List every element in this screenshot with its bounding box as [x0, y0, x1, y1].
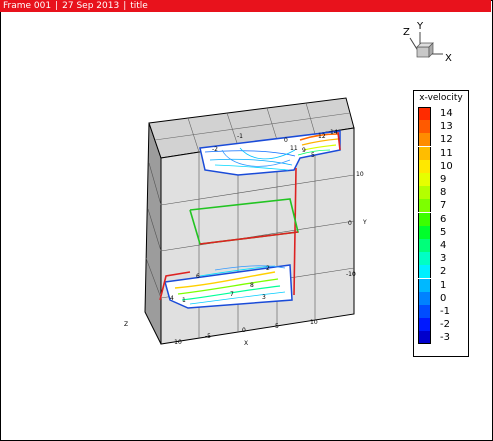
- y-tick-label: 0: [348, 220, 352, 227]
- legend-row: 7: [418, 199, 466, 213]
- legend-label: 2: [440, 266, 447, 278]
- legend-swatch: [418, 199, 431, 213]
- color-legend: x-velocity 14 13 12 11 10 9 8 7 6 5 4 3 2 1 0 -1 -2 -3: [413, 90, 469, 357]
- legend-row: 0: [418, 291, 466, 305]
- x-tick-label: 5: [275, 323, 279, 330]
- y-tick-label: -10: [346, 271, 356, 278]
- legend-swatch: [418, 146, 431, 160]
- z-axis-label: Z: [124, 321, 128, 328]
- legend-swatch: [418, 133, 431, 147]
- legend-swatch: [418, 265, 431, 279]
- legend-row: 14: [418, 107, 466, 120]
- legend-label: 1: [440, 279, 447, 291]
- legend-swatch: [418, 212, 431, 226]
- legend-swatch: [418, 291, 431, 305]
- contour-label: -2: [212, 146, 218, 153]
- legend-label: 14: [440, 108, 453, 119]
- contour-label: 5: [311, 152, 315, 159]
- x-tick-label: 10: [310, 319, 318, 326]
- contour-label: 11: [290, 145, 298, 152]
- legend-label: 3: [440, 253, 447, 265]
- legend-row: 1: [418, 278, 466, 292]
- legend-row: 5: [418, 225, 466, 239]
- legend-row: 6: [418, 212, 466, 226]
- legend-swatch: [418, 318, 431, 332]
- contour-label: 3: [262, 294, 266, 301]
- y-tick-label: 10: [356, 171, 364, 178]
- legend-row: 11: [418, 146, 466, 160]
- legend-row: -3: [418, 331, 466, 345]
- legend-label: 9: [440, 174, 447, 185]
- legend-row: 2: [418, 265, 466, 279]
- x-tick-label: -5: [205, 333, 211, 340]
- legend-swatch: [418, 159, 431, 173]
- legend-swatch: [418, 278, 431, 292]
- legend-label: 10: [440, 160, 453, 172]
- legend-label: 5: [440, 226, 447, 238]
- legend-row: 8: [418, 186, 466, 200]
- legend-swatch: [418, 107, 431, 120]
- legend-label: -3: [440, 332, 450, 344]
- legend-label: 4: [440, 240, 447, 251]
- legend-row: 3: [418, 252, 466, 266]
- contour-label: 0: [284, 137, 288, 144]
- legend-label: -1: [440, 306, 450, 317]
- contour-label: 6: [196, 273, 200, 280]
- x-tick-label: 0: [242, 327, 246, 334]
- box-side-face: [144, 122, 162, 345]
- legend-row: 13: [418, 120, 466, 134]
- contour-label: 9: [302, 147, 306, 154]
- legend-swatch: [418, 331, 431, 345]
- legend-label: 0: [440, 292, 447, 304]
- contour-label: 4: [170, 295, 174, 302]
- legend-label: 6: [440, 213, 447, 225]
- contour-label: -1: [237, 133, 243, 140]
- legend-label: 13: [440, 121, 453, 133]
- x-tick-label: -10: [172, 339, 182, 346]
- legend-row: 4: [418, 239, 466, 252]
- legend-row: -2: [418, 318, 466, 332]
- legend-label: 12: [440, 134, 453, 146]
- legend-swatch: [418, 173, 431, 186]
- contour-label: 14: [330, 129, 338, 136]
- legend-swatch: [418, 239, 431, 252]
- legend-row: 10: [418, 159, 466, 173]
- legend-swatch: [418, 186, 431, 200]
- legend-swatch: [418, 120, 431, 134]
- x-axis-label: X: [244, 340, 248, 347]
- y-axis-label: Y: [362, 219, 367, 226]
- contour-label: 8: [250, 282, 254, 289]
- legend-swatch: [418, 305, 431, 318]
- legend-label: -2: [440, 319, 450, 331]
- legend-swatch: [418, 225, 431, 239]
- legend-label: 11: [440, 147, 453, 159]
- legend-title: x-velocity: [419, 93, 463, 103]
- legend-row: 12: [418, 133, 466, 147]
- contour-label: 1: [182, 297, 186, 304]
- legend-label: 8: [440, 187, 447, 199]
- contour-label: 7: [230, 291, 234, 298]
- legend-row: 9: [418, 173, 466, 186]
- contour-label: 12: [318, 133, 326, 140]
- legend-row: -1: [418, 305, 466, 318]
- legend-swatch: [418, 252, 431, 266]
- contour-label: 2: [266, 265, 270, 272]
- legend-label: 7: [440, 200, 447, 212]
